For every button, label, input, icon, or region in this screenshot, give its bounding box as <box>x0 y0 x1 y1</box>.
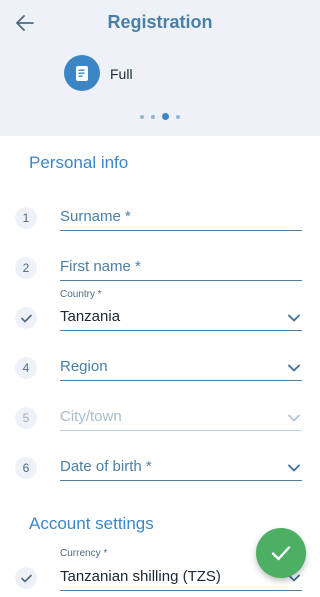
field-label: Region <box>60 358 108 375</box>
region-select[interactable]: Region <box>60 353 302 381</box>
field-value: Tanzania <box>60 308 121 325</box>
country-label: Country * <box>60 289 102 300</box>
check-icon <box>271 546 291 561</box>
page-title: Registration <box>107 12 213 32</box>
first-name-field[interactable]: First name * <box>60 253 302 281</box>
check-icon <box>20 574 32 582</box>
chevron-down-icon <box>288 364 300 372</box>
chevron-down-icon <box>288 414 300 422</box>
registration-type-label: Full <box>110 66 133 82</box>
step-indicator <box>0 113 320 120</box>
step-number: 2 <box>15 257 37 279</box>
confirm-button[interactable] <box>256 528 306 578</box>
step-dot <box>176 114 180 119</box>
date-of-birth-select[interactable]: Date of birth * <box>60 453 302 481</box>
field-label: Surname * <box>60 208 131 225</box>
document-icon <box>76 65 88 81</box>
field-label: City/town <box>60 408 122 425</box>
field-label: First name * <box>60 258 141 275</box>
surname-field[interactable]: Surname * <box>60 203 302 231</box>
step-number: 6 <box>15 457 37 479</box>
step-complete <box>15 567 37 589</box>
currency-label: Currency * <box>60 548 108 559</box>
registration-type-icon <box>64 55 100 91</box>
city-select[interactable]: City/town <box>60 403 302 431</box>
field-value: Tanzanian shilling (TZS) <box>60 568 221 585</box>
step-dot-active <box>162 113 169 120</box>
step-number: 5 <box>15 407 37 429</box>
step-number: 1 <box>15 207 37 229</box>
step-dot <box>151 114 155 119</box>
section-title-account-settings: Account settings <box>29 514 154 533</box>
step-number: 4 <box>15 357 37 379</box>
field-label: Date of birth * <box>60 458 152 475</box>
section-title-personal-info: Personal info <box>29 153 129 172</box>
step-dot <box>140 114 144 119</box>
chevron-down-icon <box>288 314 300 322</box>
chevron-down-icon <box>288 464 300 472</box>
check-icon <box>20 314 32 322</box>
step-complete <box>15 307 37 329</box>
registration-header: Registration Full <box>0 0 320 136</box>
country-select[interactable]: Tanzania <box>60 303 302 331</box>
